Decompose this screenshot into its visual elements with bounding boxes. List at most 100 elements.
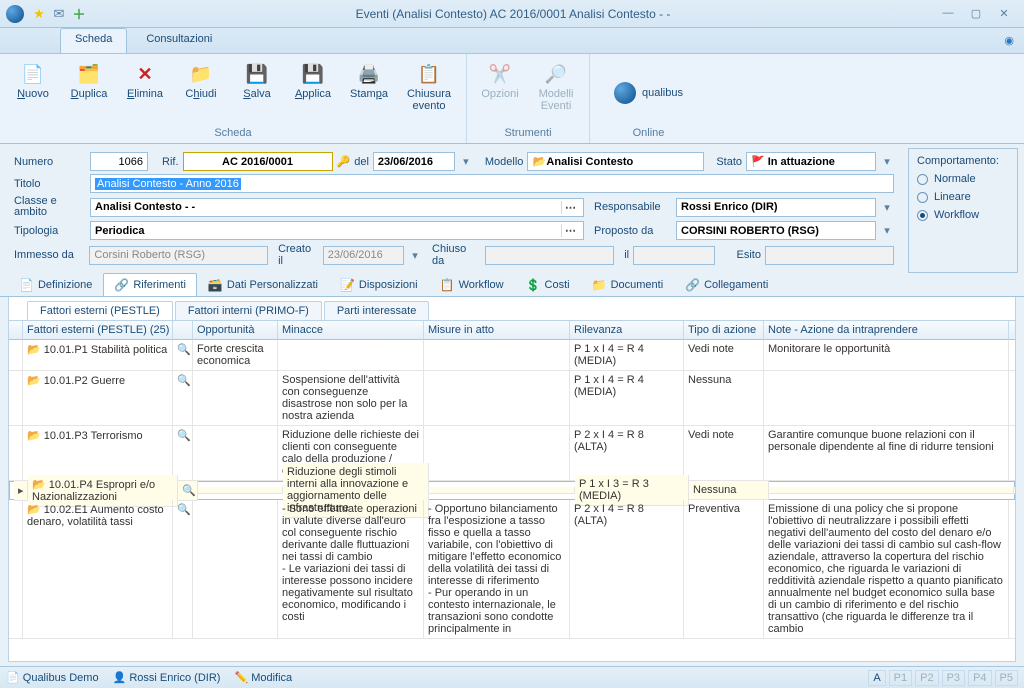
comportamento-box: Comportamento: Normale Lineare Workflow: [908, 148, 1018, 273]
salva-button[interactable]: 💾Salva: [230, 58, 284, 127]
tab-consultazioni[interactable]: Consultazioni: [131, 28, 227, 53]
modelli-eventi-button: 🔎Modelli Eventi: [529, 58, 583, 127]
modello-field[interactable]: 📂Analisi Contesto: [527, 152, 704, 171]
note-icon: 📝: [340, 278, 355, 292]
titlebar: ★ ✉ ＋ Eventi (Analisi Contesto) AC 2016/…: [0, 0, 1024, 28]
resp-field[interactable]: Rossi Enrico (DIR): [676, 198, 876, 217]
elimina-button[interactable]: ✕Elimina: [118, 58, 172, 127]
status-page-p1[interactable]: P1: [889, 670, 912, 686]
close-button[interactable]: ✕: [996, 7, 1012, 20]
duplica-button[interactable]: 🗂️Duplica: [62, 58, 116, 127]
sub-tabs: Fattori esterni (PESTLE) Fattori interni…: [9, 297, 1015, 320]
tipologia-browse-button[interactable]: ⋯: [561, 224, 579, 237]
col-opportunita[interactable]: Opportunità: [193, 321, 278, 340]
table-row[interactable]: ▸📂 10.01.P4 Espropri e/o Nazionalizzazio…: [9, 481, 1015, 500]
status-page-a[interactable]: A: [868, 670, 885, 686]
subtab-primof[interactable]: Fattori interni (PRIMO-F): [175, 301, 322, 320]
rif-field[interactable]: AC 2016/0001: [183, 152, 333, 171]
search-icon[interactable]: 🔍: [177, 375, 191, 387]
tab-scheda[interactable]: Scheda: [60, 28, 127, 53]
col-rilevanza[interactable]: Rilevanza: [570, 321, 684, 340]
col-minacce[interactable]: Minacce: [278, 321, 424, 340]
flag-icon: 🚩: [751, 155, 765, 168]
status-user: 👤 Rossi Enrico (DIR): [113, 671, 221, 684]
tab-disposizioni[interactable]: 📝Disposizioni: [329, 273, 429, 296]
numero-field[interactable]: 1066: [90, 152, 148, 171]
tab-riferimenti[interactable]: 🔗Riferimenti: [103, 273, 197, 296]
status-page-p5[interactable]: P5: [995, 670, 1018, 686]
applica-button[interactable]: 💾Applica: [286, 58, 340, 127]
resp-dropdown-icon[interactable]: ▾: [880, 201, 894, 214]
table-row[interactable]: 📂 10.02.E1 Aumento costo denaro, volatil…: [9, 500, 1015, 639]
stato-label: Stato: [716, 156, 742, 168]
col-tipo[interactable]: Tipo di azione: [684, 321, 764, 340]
prop-label: Proposto da: [594, 225, 672, 237]
comportamento-title: Comportamento:: [917, 155, 1009, 167]
tab-dati-personalizzati[interactable]: 🗃️Dati Personalizzati: [197, 273, 329, 296]
tab-definizione[interactable]: 📄Definizione: [8, 273, 103, 296]
chiuso-field: [485, 246, 614, 265]
minimize-button[interactable]: —: [940, 7, 956, 20]
titolo-field[interactable]: Analisi Contesto - Anno 2016: [90, 174, 894, 193]
il-field: [633, 246, 714, 265]
table-row[interactable]: 📂 10.01.P1 Stabilità politica🔍Forte cres…: [9, 340, 1015, 371]
plus-icon[interactable]: ＋: [72, 7, 86, 21]
il-label: il: [624, 249, 629, 261]
ribbon-group-strumenti: Strumenti: [473, 127, 583, 141]
tab-costi[interactable]: 💲Costi: [515, 273, 581, 296]
grid: Fattori esterni (PESTLE) (25)▲ Opportuni…: [8, 320, 1016, 662]
del-field[interactable]: 23/06/2016: [373, 152, 455, 171]
classe-label: Classe e ambito: [14, 196, 86, 218]
del-dropdown-icon[interactable]: ▾: [459, 155, 473, 168]
search-icon[interactable]: 🔍: [177, 430, 191, 442]
radio-lineare[interactable]: Lineare: [917, 191, 1009, 203]
stampa-button[interactable]: 🖨️Stampa: [342, 58, 396, 127]
stato-field[interactable]: 🚩In attuazione: [746, 152, 876, 171]
maximize-button[interactable]: ▢: [968, 7, 984, 20]
col-misure[interactable]: Misure in atto: [424, 321, 570, 340]
stato-dropdown-icon[interactable]: ▾: [880, 155, 894, 168]
scroll-up-icon[interactable]: ▲: [1009, 321, 1016, 340]
status-page-p4[interactable]: P4: [968, 670, 991, 686]
creato-dropdown-icon[interactable]: ▾: [408, 249, 422, 262]
table-row[interactable]: 📂 10.01.P2 Guerre🔍Sospensione dell'attiv…: [9, 371, 1015, 426]
status-modifica: ✏️ Modifica: [234, 671, 292, 684]
tab-documenti[interactable]: 📁Documenti: [581, 273, 675, 296]
nuovo-button[interactable]: 📄Nuovo: [6, 58, 60, 127]
folder-icon: 📂: [27, 430, 41, 442]
classe-browse-button[interactable]: ⋯: [561, 201, 579, 214]
prop-field[interactable]: CORSINI ROBERTO (RSG): [676, 221, 876, 240]
col-note[interactable]: Note - Azione da intraprendere: [764, 321, 1009, 340]
rif-key-icon[interactable]: 🔑: [337, 155, 351, 168]
mail-icon[interactable]: ✉: [52, 7, 66, 21]
flow-icon: 📋: [440, 278, 455, 292]
search-icon[interactable]: 🔍: [177, 504, 191, 516]
help-icon[interactable]: ◉: [1004, 34, 1014, 47]
search-icon[interactable]: 🔍: [177, 344, 191, 356]
star-icon[interactable]: ★: [32, 7, 46, 21]
app-icon: [6, 5, 24, 23]
subtab-pestle[interactable]: Fattori esterni (PESTLE): [27, 301, 173, 320]
subtab-parti[interactable]: Parti interessate: [324, 301, 429, 320]
status-page-p2[interactable]: P2: [915, 670, 938, 686]
tipologia-field[interactable]: Periodica⋯: [90, 221, 584, 240]
classe-field[interactable]: Analisi Contesto - -⋯: [90, 198, 584, 217]
folder-icon: 📁: [592, 278, 607, 292]
radio-workflow[interactable]: Workflow: [917, 209, 1009, 221]
doc-icon: 📄: [19, 278, 34, 292]
prop-dropdown-icon[interactable]: ▾: [880, 224, 894, 237]
col-fattori[interactable]: Fattori esterni (PESTLE) (25)▲: [23, 321, 173, 340]
status-page-p3[interactable]: P3: [942, 670, 965, 686]
folder-icon: 📂: [27, 504, 41, 516]
detail-tabs: 📄Definizione 🔗Riferimenti 🗃️Dati Persona…: [0, 273, 1024, 297]
radio-normale[interactable]: Normale: [917, 173, 1009, 185]
status-demo: 📄 Qualibus Demo: [6, 671, 99, 684]
folder-icon: 📂: [32, 479, 46, 491]
tab-workflow[interactable]: 📋Workflow: [429, 273, 515, 296]
chiusura-evento-button[interactable]: 📋Chiusura evento: [398, 58, 460, 127]
chiudi-button[interactable]: 📁Chiudi: [174, 58, 228, 127]
table-row[interactable]: 📂 10.01.P3 Terrorismo🔍Riduzione delle ri…: [9, 426, 1015, 481]
esito-label: Esito: [737, 249, 761, 261]
tab-collegamenti[interactable]: 🔗Collegamenti: [674, 273, 779, 296]
search-icon[interactable]: 🔍: [182, 485, 196, 497]
